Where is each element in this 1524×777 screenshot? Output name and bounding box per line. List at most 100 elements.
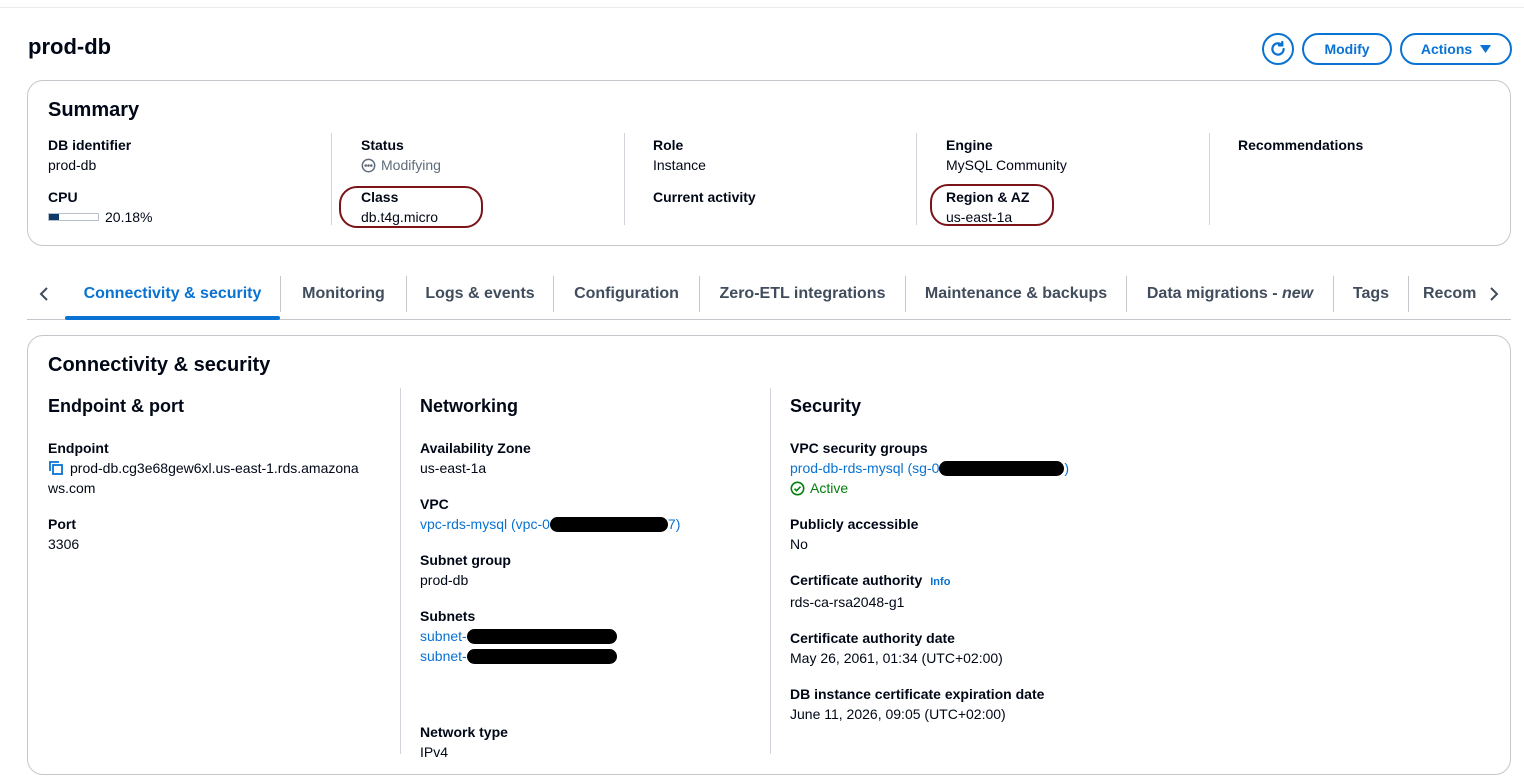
tab-connectivity-security[interactable]: Connectivity & security	[65, 268, 280, 320]
tab-logs-events[interactable]: Logs & events	[407, 268, 553, 320]
availability-zone-label: Availability Zone	[420, 440, 531, 456]
cpu-progress-fill	[49, 214, 59, 220]
tab-zero-etl-integrations[interactable]: Zero-ETL integrations	[700, 268, 905, 320]
endpoint-value: prod-db.cg3e68gew6xl.us-east-1.rds.amazo…	[48, 458, 378, 478]
subnet-link[interactable]: subnet-	[420, 626, 750, 646]
db-identifier-label: DB identifier	[48, 137, 132, 153]
info-link[interactable]: Info	[930, 576, 950, 588]
endpoint-text: prod-db.cg3e68gew6xl.us-east-1.rds.amazo…	[70, 460, 359, 476]
tab-configuration[interactable]: Configuration	[554, 268, 699, 320]
port-label: Port	[48, 516, 76, 532]
certificate-authority-value: rds-ca-rsa2048-g1	[790, 594, 905, 610]
tabs-scroll-left[interactable]	[29, 274, 59, 314]
cpu-usage: 20.18%	[48, 207, 318, 227]
tab-tags[interactable]: Tags	[1334, 268, 1408, 320]
summary-col-identifier: DB identifier prod-db CPU 20.18%	[48, 135, 318, 227]
certificate-authority-label-row: Certificate authority Info	[790, 570, 1190, 592]
security-title: Security	[790, 396, 862, 416]
current-activity-label: Current activity	[653, 189, 756, 205]
summary-divider	[1209, 133, 1210, 225]
section-divider	[400, 388, 401, 754]
redacted-block	[466, 628, 617, 644]
publicly-accessible-label: Publicly accessible	[790, 516, 919, 532]
tab-monitoring[interactable]: Monitoring	[281, 268, 406, 320]
status-text: Modifying	[381, 157, 441, 173]
redacted-block	[466, 648, 617, 664]
publicly-accessible-value: No	[790, 536, 808, 552]
status-label: Status	[361, 137, 404, 153]
subnet-link[interactable]: subnet-	[420, 646, 750, 666]
summary-divider	[624, 133, 625, 225]
summary-title: Summary	[48, 99, 140, 121]
cpu-label: CPU	[48, 189, 78, 205]
chevron-left-icon	[39, 287, 48, 301]
engine-label: Engine	[946, 137, 993, 153]
certificate-authority-label: Certificate authority	[790, 572, 923, 588]
copy-icon[interactable]	[48, 460, 64, 476]
status-success-icon	[790, 481, 805, 495]
certificate-expiration-value: June 11, 2026, 09:05 (UTC+02:00)	[790, 706, 1006, 722]
vpc-security-groups-label: VPC security groups	[790, 440, 928, 456]
tab-strip: Connectivity & security Monitoring Logs …	[65, 268, 1477, 320]
section-divider	[770, 388, 771, 754]
network-type-field: Network type IPv4	[420, 722, 508, 762]
networking-title: Networking	[420, 396, 519, 416]
cpu-value: 20.18%	[105, 209, 153, 225]
tab-recommendations[interactable]: Recommendations	[1409, 268, 1477, 320]
vpc-label: VPC	[420, 496, 449, 512]
page-title: prod-db	[28, 34, 112, 59]
security-group-link-suffix: )	[1064, 460, 1070, 476]
actions-label: Actions	[1420, 41, 1473, 57]
status-value: Modifying	[361, 155, 621, 175]
connectivity-card: Connectivity & security Endpoint & port …	[27, 335, 1511, 775]
vpc-link-suffix: 7)	[667, 516, 681, 532]
class-value: db.t4g.micro	[361, 209, 439, 225]
security-group-status: Active	[790, 478, 1190, 498]
subnet-link-prefix: subnet-	[420, 648, 467, 664]
role-label: Role	[653, 137, 684, 153]
tab-new-badge: new	[1282, 285, 1314, 302]
security-group-link-prefix: prod-db-rds-mysql (sg-0	[790, 460, 940, 476]
security-section: Security VPC security groups prod-db-rds…	[790, 394, 1190, 740]
endpoint-port-title: Endpoint & port	[48, 396, 184, 416]
status-in-progress-icon	[361, 158, 376, 172]
tab-maintenance-backups[interactable]: Maintenance & backups	[906, 268, 1126, 320]
vpc-link-prefix: vpc-rds-mysql (vpc-0	[420, 516, 550, 532]
refresh-button[interactable]	[1262, 33, 1294, 65]
endpoint-port-section: Endpoint & port Endpoint prod-db.cg3e68g…	[48, 394, 378, 570]
vpc-link[interactable]: vpc-rds-mysql (vpc-0 7)	[420, 514, 750, 534]
summary-col-engine: Engine MySQL Community Region & AZ us-ea…	[946, 135, 1206, 227]
caret-down-icon	[1480, 45, 1492, 53]
availability-zone-value: us-east-1a	[420, 460, 487, 476]
actions-button[interactable]: Actions	[1400, 33, 1512, 65]
subnet-group-value: prod-db	[420, 572, 469, 588]
summary-divider	[331, 133, 332, 225]
engine-value: MySQL Community	[946, 157, 1067, 173]
cpu-progress-bar	[48, 213, 99, 221]
role-value: Instance	[653, 157, 706, 173]
top-rule	[0, 7, 1524, 8]
security-group-link[interactable]: prod-db-rds-mysql (sg-0)	[790, 458, 1190, 478]
subnet-group-label: Subnet group	[420, 552, 511, 568]
port-value: 3306	[48, 536, 80, 552]
tabs-scroll-right[interactable]	[1479, 274, 1509, 314]
summary-col-status: Status Modifying Class db.t4g.micro	[361, 135, 621, 227]
region-label: Region & AZ	[946, 189, 1030, 205]
db-identifier-value: prod-db	[48, 157, 97, 173]
network-type-label: Network type	[420, 724, 508, 740]
tab-data-migrations[interactable]: Data migrations - new	[1127, 268, 1333, 320]
summary-card: Summary DB identifier prod-db CPU 20.18%…	[27, 80, 1511, 246]
subnets-label: Subnets	[420, 608, 476, 624]
subnet-link-prefix: subnet-	[420, 628, 467, 644]
modify-button[interactable]: Modify	[1302, 33, 1392, 65]
certificate-authority-date-label: Certificate authority date	[790, 630, 955, 646]
summary-col-role: Role Instance Current activity	[653, 135, 913, 227]
tab-data-migrations-label: Data migrations -	[1146, 285, 1282, 302]
header-actions: Modify Actions	[1262, 33, 1512, 65]
certificate-authority-date-value: May 26, 2061, 01:34 (UTC+02:00)	[790, 650, 1003, 666]
endpoint-label: Endpoint	[48, 440, 109, 456]
redacted-block	[549, 516, 668, 532]
connectivity-title: Connectivity & security	[48, 354, 271, 376]
class-label: Class	[361, 189, 399, 205]
security-group-status-text: Active	[810, 480, 849, 496]
